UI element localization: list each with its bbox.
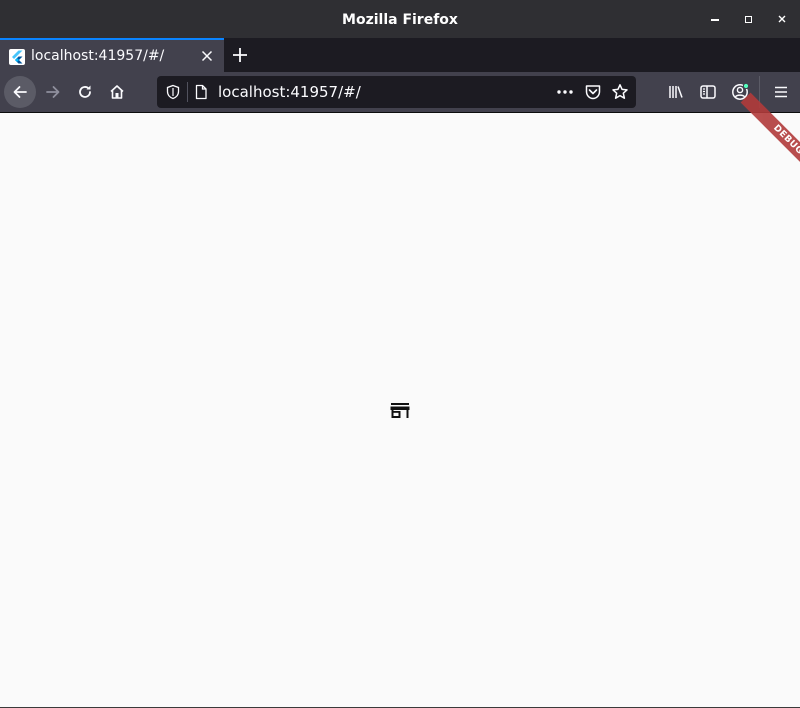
close-icon — [778, 15, 786, 23]
url-text[interactable]: localhost:41957/#/ — [218, 76, 361, 108]
star-icon[interactable] — [611, 83, 629, 101]
hamburger-menu-icon — [775, 86, 787, 98]
tab-close-button[interactable] — [199, 48, 215, 64]
tab-title: localhost:41957/#/ — [31, 48, 165, 64]
url-bar[interactable]: localhost:41957/#/ — [157, 76, 636, 108]
close-window-button[interactable] — [773, 10, 791, 28]
navigation-toolbar: localhost:41957/#/ — [0, 72, 800, 112]
plus-icon — [233, 48, 247, 62]
back-button[interactable] — [4, 76, 36, 108]
window-title: Mozilla Firefox — [342, 12, 458, 28]
tab-strip: localhost:41957/#/ — [0, 38, 800, 72]
library-icon — [669, 86, 683, 98]
title-bar: Mozilla Firefox — [0, 0, 800, 38]
browser-window: Mozilla Firefox localhost:41957/#/ local… — [0, 0, 800, 708]
reload-button[interactable] — [69, 76, 101, 108]
new-tab-button[interactable] — [230, 45, 250, 65]
page-icon[interactable] — [193, 84, 209, 100]
more-dots-icon[interactable] — [555, 84, 575, 100]
minimize-button[interactable] — [706, 10, 724, 28]
home-button[interactable] — [101, 76, 133, 108]
close-icon — [201, 50, 213, 62]
home-icon — [110, 85, 124, 99]
sidebar-icon — [700, 85, 716, 99]
minimize-icon — [711, 19, 719, 21]
forward-arrow-icon — [46, 86, 60, 98]
url-separator — [187, 82, 188, 102]
library-button[interactable] — [660, 76, 692, 108]
shield-icon[interactable] — [165, 84, 181, 100]
menu-button[interactable] — [765, 76, 797, 108]
store-icon — [389, 400, 411, 420]
back-arrow-icon — [13, 86, 27, 98]
reload-icon — [79, 85, 91, 98]
tab-localhost[interactable]: localhost:41957/#/ — [0, 38, 224, 72]
pocket-icon[interactable] — [584, 83, 602, 101]
maximize-button[interactable] — [739, 10, 757, 28]
maximize-icon — [744, 15, 752, 23]
forward-button[interactable] — [37, 76, 69, 108]
flutter-icon — [9, 49, 25, 65]
sidebar-button[interactable] — [692, 76, 724, 108]
